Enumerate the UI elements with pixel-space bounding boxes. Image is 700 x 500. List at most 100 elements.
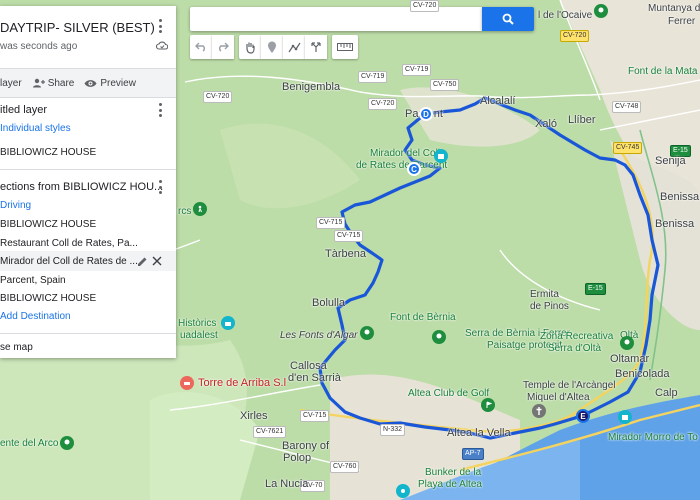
- road-shield: CV-720: [203, 91, 233, 103]
- park-icon[interactable]: [620, 336, 634, 350]
- road-shield: CV-720: [410, 0, 440, 12]
- eye-icon: [84, 79, 97, 87]
- place-label: Calp: [655, 387, 678, 399]
- road-shield: AP-7: [462, 448, 484, 460]
- layer2-options-icon[interactable]: [158, 180, 162, 194]
- close-icon[interactable]: [152, 256, 162, 266]
- panel-actions: layer Share Preview: [0, 68, 176, 98]
- camera-icon[interactable]: [618, 410, 632, 424]
- road-shield: CV-719: [402, 64, 432, 76]
- redo-button[interactable]: [212, 35, 234, 59]
- place-label: Muntanya d: [648, 3, 700, 14]
- place-label: Oltamar: [610, 353, 650, 365]
- map-title[interactable]: DAYTRIP- SILVER (BEST): [0, 20, 155, 35]
- undo-button[interactable]: [190, 35, 212, 59]
- place-label: Històrics: [178, 318, 217, 329]
- road-shield: N-332: [380, 424, 406, 436]
- map-canvas[interactable]: DAYTRIP- SILVER (BEST) was seconds ago l…: [0, 0, 700, 500]
- stop-item[interactable]: BIBLIOWICZ HOUSE: [0, 293, 96, 304]
- place-label: de Rates de Parcent: [356, 160, 448, 171]
- place-label: Font de Bèrnia: [390, 312, 456, 323]
- route-marker-e[interactable]: E: [576, 409, 590, 423]
- place-label: Serra d'Oltà: [548, 343, 602, 354]
- preview-button[interactable]: Preview: [84, 78, 136, 89]
- road-shield: CV-719: [358, 71, 388, 83]
- church-icon[interactable]: [532, 404, 546, 418]
- draw-line-button[interactable]: [283, 35, 305, 59]
- place-label: Xirles: [240, 410, 268, 422]
- viewpoint-icon[interactable]: [434, 149, 448, 163]
- stop-item[interactable]: Mirador del Coll de Rates de ...: [0, 256, 138, 267]
- pan-button[interactable]: [239, 35, 261, 59]
- hotel-icon[interactable]: [180, 376, 194, 390]
- place-label: Ferrer: [668, 16, 696, 27]
- road-shield: CV-720: [560, 30, 590, 42]
- place-label: de Pinos: [530, 301, 569, 312]
- map-options-icon[interactable]: [158, 19, 162, 33]
- place-label: Polop: [283, 452, 312, 464]
- place-label: Tàrbena: [325, 248, 366, 260]
- place-label: d'en Sarrià: [288, 372, 341, 384]
- place-label: Temple de l'Arcàngel: [523, 380, 616, 391]
- place-label: Xaló: [535, 118, 558, 130]
- place-label: Bolulla: [312, 297, 346, 309]
- add-marker-button[interactable]: [261, 35, 283, 59]
- place-label: Miquel d'Altea: [527, 392, 590, 403]
- place-label: Barony of: [282, 440, 330, 452]
- place-label: Mirador Morro de To: [608, 432, 698, 443]
- road-shield: CV-745: [613, 142, 643, 154]
- place-label: Callosa: [290, 360, 327, 372]
- road-shield: CV-715: [334, 230, 364, 242]
- place-label: ente del Arco: [0, 438, 59, 449]
- save-status: was seconds ago: [0, 41, 78, 52]
- museum-icon[interactable]: [221, 316, 235, 330]
- layer1-options-icon[interactable]: [158, 103, 162, 117]
- road-shield: CV-750: [430, 79, 460, 91]
- route-marker-c[interactable]: C: [407, 162, 421, 176]
- park-icon[interactable]: [432, 330, 446, 344]
- place-label: Benissa: [655, 218, 695, 230]
- share-label: Share: [47, 77, 75, 89]
- place-label: Playa de Altea: [418, 479, 482, 490]
- add-layer-button[interactable]: layer: [0, 78, 22, 89]
- place-label: Benissa: [660, 191, 700, 203]
- place-label: Altea Club de Golf: [408, 388, 490, 399]
- place-label: Altea la Vella: [447, 427, 511, 439]
- place-label: Alcalalí: [480, 95, 516, 107]
- park-icon[interactable]: [360, 326, 374, 340]
- route-marker-d[interactable]: D: [419, 107, 433, 121]
- hiking-icon[interactable]: [193, 202, 207, 216]
- stop-item[interactable]: BIBLIOWICZ HOUSE: [0, 219, 96, 230]
- search-button[interactable]: [482, 7, 534, 31]
- layer1-style-link[interactable]: Individual styles: [0, 123, 71, 134]
- road-shield: CV-748: [612, 101, 642, 113]
- share-button[interactable]: Share: [32, 77, 75, 89]
- base-map-label[interactable]: se map: [0, 342, 33, 353]
- place-label: Font de la Mata: [628, 66, 698, 77]
- park-icon[interactable]: [594, 4, 608, 18]
- road-shield: E-15: [585, 283, 606, 295]
- road-shield: CV-715: [316, 217, 346, 229]
- search-icon: [502, 13, 514, 25]
- add-destination-link[interactable]: Add Destination: [0, 311, 71, 322]
- measure-button[interactable]: [332, 35, 358, 59]
- park-icon[interactable]: [60, 436, 74, 450]
- pencil-icon[interactable]: [137, 256, 148, 267]
- directions-button[interactable]: [305, 35, 327, 59]
- cloud-icon: [156, 41, 168, 50]
- hand-icon: [246, 42, 255, 54]
- layer1-item[interactable]: BIBLIOWICZ HOUSE: [0, 147, 96, 158]
- layer2-mode-link[interactable]: Driving: [0, 200, 31, 211]
- stop-item[interactable]: Restaurant Coll de Rates, Pa...: [0, 238, 138, 249]
- golf-icon[interactable]: [481, 398, 495, 412]
- map-toolbar: [190, 35, 358, 59]
- undo-icon: [195, 42, 205, 52]
- add-person-icon: [32, 78, 45, 88]
- place-label: Ermita: [530, 289, 559, 300]
- redo-icon: [219, 42, 229, 52]
- stop-item[interactable]: Parcent, Spain: [0, 275, 66, 286]
- layer2-name[interactable]: ections from BIBLIOWICZ HOU...: [0, 181, 163, 193]
- layer1-name[interactable]: itled layer: [0, 104, 47, 116]
- preview-label: Preview: [100, 77, 136, 89]
- beach-icon[interactable]: [396, 484, 410, 498]
